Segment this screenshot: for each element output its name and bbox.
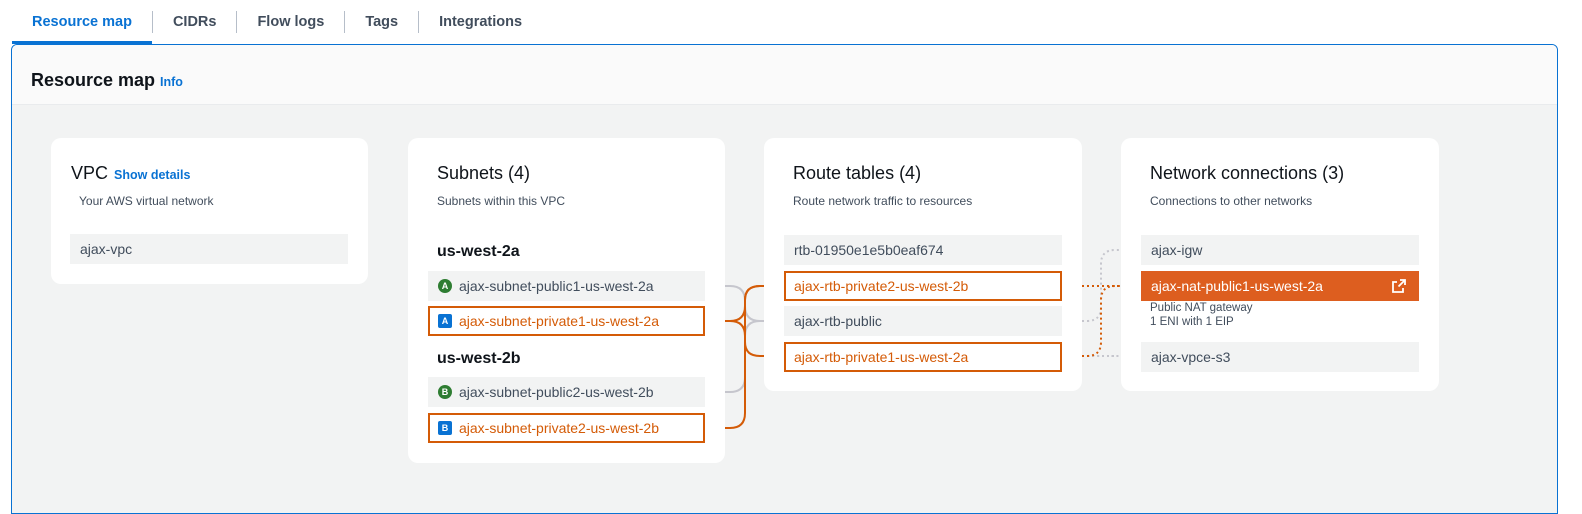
private-subnet-badge: B <box>438 421 452 435</box>
nat-gateway-type: Public NAT gateway <box>1150 302 1253 314</box>
network-connections-card: Network connections (3) Connections to o… <box>1121 138 1439 391</box>
subnets-subtitle: Subnets within this VPC <box>437 194 566 208</box>
show-details-link[interactable]: Show details <box>114 168 190 182</box>
subnet-public2-label: ajax-subnet-public2-us-west-2b <box>459 384 654 400</box>
subnet-private2-node[interactable]: B ajax-subnet-private2-us-west-2b <box>428 413 705 443</box>
vpc-card-title: VPC Show details <box>71 163 190 184</box>
subnet-public1-label: ajax-subnet-public1-us-west-2a <box>459 278 654 294</box>
subnet-private2-label: ajax-subnet-private2-us-west-2b <box>459 420 659 436</box>
external-link-icon[interactable] <box>1391 278 1407 294</box>
nat-gateway-label: ajax-nat-public1-us-west-2a <box>1151 278 1323 294</box>
route-tables-card: Route tables (4) Route network traffic t… <box>764 138 1082 391</box>
internet-gateway-node[interactable]: ajax-igw <box>1141 235 1419 265</box>
subnet-private1-label: ajax-subnet-private1-us-west-2a <box>459 313 659 329</box>
tab-resource-map[interactable]: Resource map <box>12 0 152 44</box>
tab-flow-logs[interactable]: Flow logs <box>237 0 344 44</box>
network-connections-subtitle: Connections to other networks <box>1150 194 1313 208</box>
tab-bar: Resource map CIDRs Flow logs Tags Integr… <box>12 0 1572 44</box>
subnet-public2-node[interactable]: B ajax-subnet-public2-us-west-2b <box>428 377 705 407</box>
vpc-title: VPC <box>71 163 109 183</box>
tab-integrations[interactable]: Integrations <box>419 0 542 44</box>
vpc-endpoint-node[interactable]: ajax-vpce-s3 <box>1141 342 1419 372</box>
resource-map-panel: Resource map Info VPC Show details Your A… <box>11 44 1558 514</box>
tab-cidrs[interactable]: CIDRs <box>153 0 237 44</box>
network-connections-title: Network connections (3) <box>1150 163 1345 183</box>
az-label-us-west-2b: us-west-2b <box>437 350 521 367</box>
route-table-public-node[interactable]: ajax-rtb-public <box>784 306 1062 336</box>
vpc-node[interactable]: ajax-vpc <box>70 234 348 264</box>
vpc-subtitle: Your AWS virtual network <box>79 194 214 208</box>
subnets-card: Subnets (4) Subnets within this VPC us-w… <box>408 138 725 463</box>
route-table-main-node[interactable]: rtb-01950e1e5b0eaf674 <box>784 235 1062 265</box>
subnet-private1-node[interactable]: A ajax-subnet-private1-us-west-2a <box>428 306 705 336</box>
public-subnet-badge: B <box>438 385 452 399</box>
route-tables-subtitle: Route network traffic to resources <box>793 194 973 208</box>
nat-gateway-detail: 1 ENI with 1 EIP <box>1150 316 1234 328</box>
public-subnet-badge: A <box>438 279 452 293</box>
route-table-private1-node[interactable]: ajax-rtb-private1-us-west-2a <box>784 342 1062 372</box>
route-table-private2-node[interactable]: ajax-rtb-private2-us-west-2b <box>784 271 1062 301</box>
subnets-title: Subnets (4) <box>437 163 531 183</box>
vpc-card: VPC Show details Your AWS virtual network… <box>51 138 368 284</box>
tab-tags[interactable]: Tags <box>345 0 418 44</box>
subnet-public1-node[interactable]: A ajax-subnet-public1-us-west-2a <box>428 271 705 301</box>
route-tables-title: Route tables (4) <box>793 163 922 183</box>
az-label-us-west-2a: us-west-2a <box>437 243 520 260</box>
private-subnet-badge: A <box>438 314 452 328</box>
nat-gateway-node[interactable]: ajax-nat-public1-us-west-2a <box>1141 271 1419 301</box>
